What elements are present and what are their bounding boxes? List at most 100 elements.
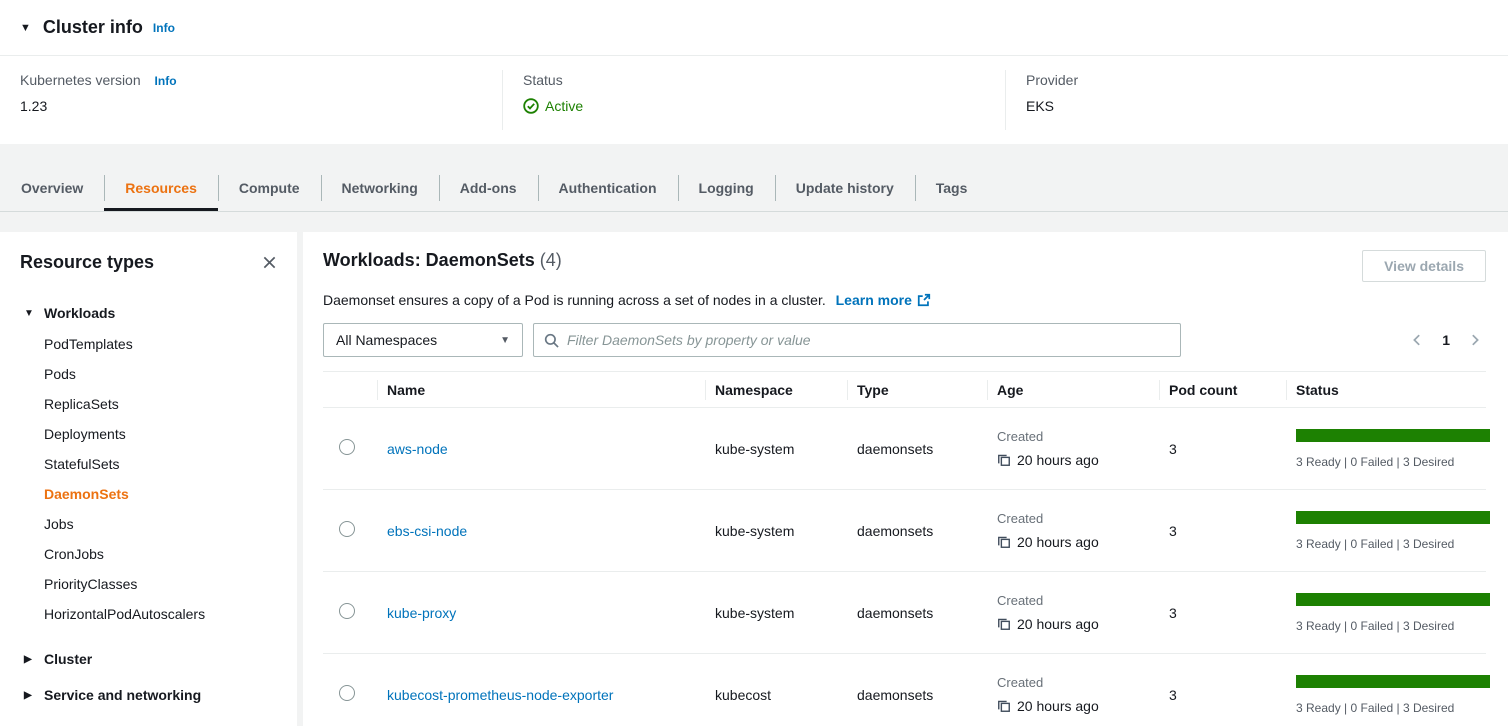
age-value: 20 hours ago bbox=[1017, 698, 1099, 714]
tree-group-workloads[interactable]: ▼ Workloads bbox=[0, 301, 297, 325]
row-radio-ebs-csi-node[interactable] bbox=[339, 521, 355, 537]
sidebar-item-horizontalpodautoscalers[interactable]: HorizontalPodAutoscalers bbox=[0, 599, 297, 629]
sidebar-item-deployments[interactable]: Deployments bbox=[0, 419, 297, 449]
pod-count-cell: 3 bbox=[1159, 490, 1286, 572]
daemonset-link-kubecost-prometheus-node-exporter[interactable]: kubecost-prometheus-node-exporter bbox=[387, 687, 613, 703]
status-summary: 3 Ready | 0 Failed | 3 Desired bbox=[1296, 455, 1476, 469]
tab-update-history[interactable]: Update history bbox=[775, 166, 915, 210]
status-cell: 3 Ready | 0 Failed | 3 Desired bbox=[1286, 408, 1486, 490]
view-details-button[interactable]: View details bbox=[1362, 250, 1486, 282]
external-link-icon bbox=[917, 293, 931, 307]
search-icon bbox=[544, 333, 559, 348]
namespace-cell: kube-system bbox=[705, 572, 847, 654]
column-header-name: Name bbox=[377, 372, 705, 408]
kubernetes-version-info-link[interactable]: Info bbox=[155, 74, 177, 88]
tab-networking[interactable]: Networking bbox=[321, 166, 439, 210]
next-page-icon[interactable] bbox=[1464, 329, 1486, 351]
table-row: kubecost-prometheus-node-exporter kubeco… bbox=[323, 654, 1486, 726]
daemonset-link-ebs-csi-node[interactable]: ebs-csi-node bbox=[387, 523, 467, 539]
daemonset-description: Daemonset ensures a copy of a Pod is run… bbox=[323, 292, 826, 308]
learn-more-link[interactable]: Learn more bbox=[836, 292, 931, 308]
page-number[interactable]: 1 bbox=[1442, 332, 1450, 348]
column-header-pod-count: Pod count bbox=[1159, 372, 1286, 408]
tab-compute[interactable]: Compute bbox=[218, 166, 321, 210]
filter-input[interactable] bbox=[567, 332, 1170, 348]
cluster-tabs: Overview Resources Compute Networking Ad… bbox=[0, 166, 1508, 212]
status-label: Status bbox=[523, 72, 985, 88]
copy-icon bbox=[997, 535, 1011, 549]
content-area: Resource types ▼ Workloads PodTemplates … bbox=[0, 232, 1508, 726]
collapse-caret-icon[interactable]: ▼ bbox=[20, 22, 31, 34]
pod-count-cell: 3 bbox=[1159, 654, 1286, 726]
status-value: Active bbox=[545, 98, 583, 114]
age-created-label: Created bbox=[997, 675, 1149, 690]
namespace-cell: kube-system bbox=[705, 408, 847, 490]
filter-input-container bbox=[533, 323, 1181, 357]
tab-authentication[interactable]: Authentication bbox=[538, 166, 678, 210]
sidebar-item-jobs[interactable]: Jobs bbox=[0, 509, 297, 539]
status-summary: 3 Ready | 0 Failed | 3 Desired bbox=[1296, 701, 1476, 715]
type-cell: daemonsets bbox=[847, 408, 987, 490]
tab-resources[interactable]: Resources bbox=[104, 166, 218, 210]
copy-icon bbox=[997, 617, 1011, 631]
tree-group-cluster-label: Cluster bbox=[44, 651, 92, 667]
kubernetes-version-label: Kubernetes version bbox=[20, 72, 141, 88]
tree-group-cluster[interactable]: ▶ Cluster bbox=[0, 647, 297, 671]
copy-icon bbox=[997, 699, 1011, 713]
page-title: Workloads: DaemonSets bbox=[323, 250, 535, 271]
tab-logging[interactable]: Logging bbox=[678, 166, 775, 210]
column-header-status: Status bbox=[1286, 372, 1486, 408]
tab-tags[interactable]: Tags bbox=[915, 166, 989, 210]
namespace-select-value: All Namespaces bbox=[336, 332, 437, 348]
row-radio-aws-node[interactable] bbox=[339, 439, 355, 455]
daemonsets-table: Name Namespace Type Age Pod count Status… bbox=[323, 371, 1486, 726]
resource-types-title: Resource types bbox=[20, 252, 154, 273]
select-all-column-header bbox=[323, 372, 377, 408]
resource-types-tree: ▼ Workloads PodTemplates Pods ReplicaSet… bbox=[0, 301, 297, 707]
provider-label: Provider bbox=[1026, 72, 1488, 88]
sidebar-item-daemonsets[interactable]: DaemonSets bbox=[0, 479, 297, 509]
type-cell: daemonsets bbox=[847, 654, 987, 726]
select-caret-icon: ▼ bbox=[500, 335, 510, 346]
provider-field: Provider EKS bbox=[1005, 70, 1508, 130]
sidebar-item-statefulsets[interactable]: StatefulSets bbox=[0, 449, 297, 479]
column-header-namespace: Namespace bbox=[705, 372, 847, 408]
tab-overview[interactable]: Overview bbox=[0, 166, 104, 210]
status-summary: 3 Ready | 0 Failed | 3 Desired bbox=[1296, 619, 1476, 633]
daemonset-link-aws-node[interactable]: aws-node bbox=[387, 441, 448, 457]
column-header-type: Type bbox=[847, 372, 987, 408]
kubernetes-version-field: Kubernetes version Info 1.23 bbox=[0, 70, 502, 130]
tab-add-ons[interactable]: Add-ons bbox=[439, 166, 538, 210]
age-created-label: Created bbox=[997, 511, 1149, 526]
cluster-info-link[interactable]: Info bbox=[153, 21, 175, 35]
type-cell: daemonsets bbox=[847, 490, 987, 572]
age-value: 20 hours ago bbox=[1017, 616, 1099, 632]
namespace-select[interactable]: All Namespaces ▼ bbox=[323, 323, 523, 357]
sidebar-item-priorityclasses[interactable]: PriorityClasses bbox=[0, 569, 297, 599]
daemonsets-panel: Workloads: DaemonSets (4) View details D… bbox=[303, 232, 1508, 726]
pod-count-cell: 3 bbox=[1159, 408, 1286, 490]
cluster-info-header: ▼ Cluster info Info bbox=[0, 0, 1508, 56]
age-cell: Created 20 hours ago bbox=[987, 490, 1159, 572]
age-created-label: Created bbox=[997, 593, 1149, 608]
row-radio-kube-proxy[interactable] bbox=[339, 603, 355, 619]
close-icon[interactable] bbox=[262, 255, 277, 270]
item-count: (4) bbox=[540, 250, 562, 271]
pod-count-cell: 3 bbox=[1159, 572, 1286, 654]
table-row: aws-node kube-system daemonsets Created … bbox=[323, 408, 1486, 490]
sidebar-item-cronjobs[interactable]: CronJobs bbox=[0, 539, 297, 569]
status-summary: 3 Ready | 0 Failed | 3 Desired bbox=[1296, 537, 1476, 551]
sidebar-item-podtemplates[interactable]: PodTemplates bbox=[0, 329, 297, 359]
table-row: ebs-csi-node kube-system daemonsets Crea… bbox=[323, 490, 1486, 572]
chevron-right-icon: ▶ bbox=[24, 654, 44, 665]
sidebar-item-pods[interactable]: Pods bbox=[0, 359, 297, 389]
sidebar-item-replicasets[interactable]: ReplicaSets bbox=[0, 389, 297, 419]
status-field: Status Active bbox=[502, 70, 1005, 130]
daemonset-link-kube-proxy[interactable]: kube-proxy bbox=[387, 605, 456, 621]
namespace-cell: kubecost bbox=[705, 654, 847, 726]
previous-page-icon[interactable] bbox=[1406, 329, 1428, 351]
type-cell: daemonsets bbox=[847, 572, 987, 654]
tree-group-service-and-networking[interactable]: ▶ Service and networking bbox=[0, 683, 297, 707]
row-radio-kubecost-prometheus-node-exporter[interactable] bbox=[339, 685, 355, 701]
copy-icon bbox=[997, 453, 1011, 467]
